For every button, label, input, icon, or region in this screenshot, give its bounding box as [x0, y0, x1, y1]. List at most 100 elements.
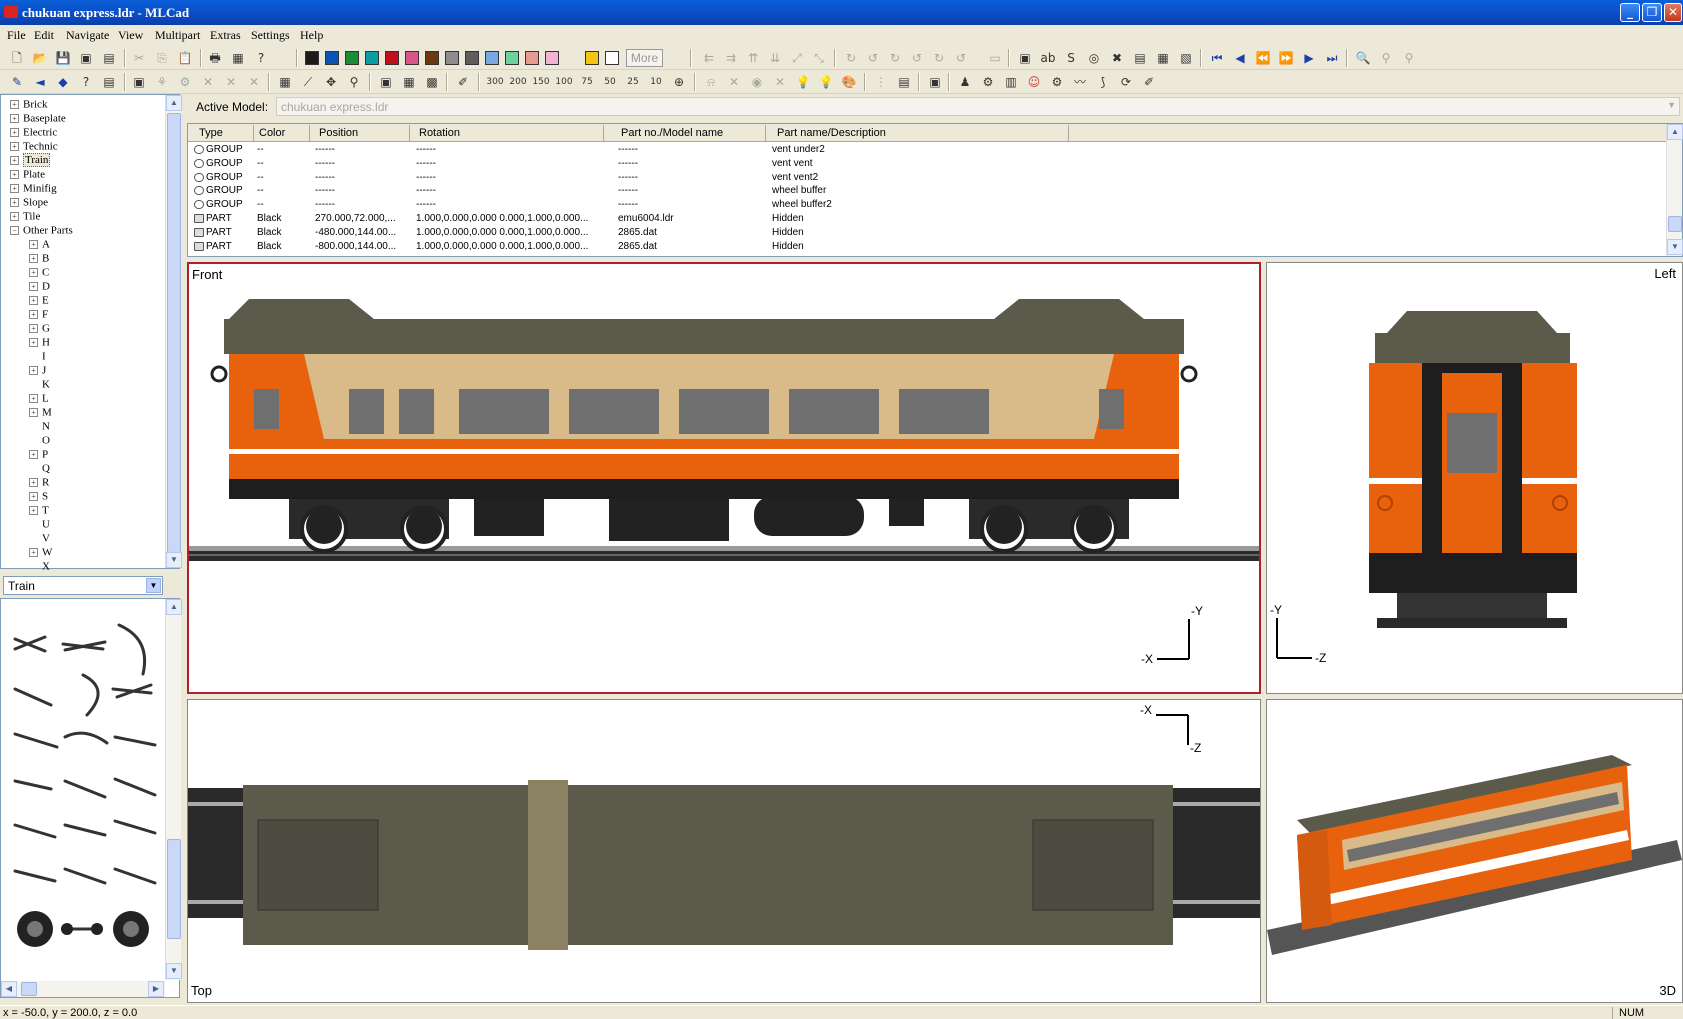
color-swatch[interactable]: [445, 51, 459, 65]
maximize-button[interactable]: ❐: [1642, 3, 1662, 22]
add-background-icon[interactable]: ▦: [1154, 49, 1172, 67]
open-folder-icon[interactable]: 📂: [31, 49, 49, 67]
tool-c-icon[interactable]: ✕: [199, 73, 217, 91]
remove2-icon[interactable]: ✕: [771, 73, 789, 91]
hinge-icon[interactable]: ▥: [1002, 73, 1020, 91]
tree-item-letter[interactable]: + B: [29, 252, 49, 266]
bell-icon[interactable]: ⍾: [702, 73, 720, 91]
tree-item-letter[interactable]: + L: [29, 392, 49, 406]
add-save-icon[interactable]: ▤: [1131, 49, 1149, 67]
forward-icon[interactable]: ⏩: [1277, 49, 1295, 67]
top-viewport[interactable]: Top -X -Z: [187, 699, 1261, 1003]
table-row[interactable]: GROUP -- ------ ------ ------ wheel buffer: [188, 185, 1668, 198]
tool-a-icon[interactable]: ⚘: [153, 73, 171, 91]
tree-item-letter[interactable]: + A: [29, 238, 50, 252]
menu-settings[interactable]: Settings: [251, 28, 290, 43]
parts-scrollbar[interactable]: ▲ ▼: [165, 599, 182, 980]
menu-file[interactable]: File: [7, 28, 26, 43]
rotate-y2-icon[interactable]: ↺: [908, 49, 926, 67]
tree-item-letter[interactable]: +I: [29, 350, 46, 364]
zoom-200-icon[interactable]: 200: [509, 73, 527, 91]
view-split-icon[interactable]: ▣: [377, 73, 395, 91]
paste-icon[interactable]: 📋: [176, 49, 194, 67]
tree-item-baseplate[interactable]: + Baseplate: [10, 112, 66, 126]
add-statement-icon[interactable]: S: [1062, 49, 1080, 67]
new-file-icon[interactable]: 🗋: [8, 49, 26, 67]
zoom-150-icon[interactable]: 150: [532, 73, 550, 91]
copy-icon[interactable]: ⎘: [153, 49, 171, 67]
remove-icon[interactable]: ✕: [725, 73, 743, 91]
tree-item-letter[interactable]: + F: [29, 308, 48, 322]
add-pause-icon[interactable]: ✖: [1108, 49, 1126, 67]
face-icon[interactable]: ☺: [1025, 73, 1043, 91]
move-left-icon[interactable]: ⇇: [700, 49, 718, 67]
spring-icon[interactable]: 〰: [1071, 73, 1089, 91]
rotate-y-icon[interactable]: ↻: [886, 49, 904, 67]
table-row[interactable]: PART Black -800.000,144.00... 1.000,0.000,0…: [188, 241, 1668, 254]
flex-icon[interactable]: ⟆: [1094, 73, 1112, 91]
highlight-icon[interactable]: ✐: [454, 73, 472, 91]
color-swatch[interactable]: [425, 51, 439, 65]
scroll-thumb[interactable]: [1668, 216, 1682, 232]
color-swatch[interactable]: [385, 51, 399, 65]
col-color[interactable]: Color: [259, 127, 285, 139]
rotate-x-icon[interactable]: ↻: [842, 49, 860, 67]
tree-item-electric[interactable]: + Electric: [10, 126, 57, 140]
table-row[interactable]: GROUP -- ------ ------ ------ vent vent2: [188, 172, 1668, 185]
scroll-up-arrow[interactable]: ▲: [166, 95, 182, 111]
tree-item-letter[interactable]: + D: [29, 280, 50, 294]
add-comment-icon[interactable]: ab: [1039, 49, 1057, 67]
scroll-thumb[interactable]: [167, 113, 181, 553]
brush-icon[interactable]: ✐: [1140, 73, 1158, 91]
tree-item-slope[interactable]: + Slope: [10, 196, 48, 210]
arrow-left-icon[interactable]: ◄: [31, 73, 49, 91]
col-rotation[interactable]: Rotation: [419, 127, 460, 139]
tree-item-brick[interactable]: + Brick: [10, 98, 47, 112]
scroll-down-arrow[interactable]: ▼: [1667, 239, 1683, 255]
tree-item-minifig[interactable]: + Minifig: [10, 182, 57, 196]
rotate-z2-icon[interactable]: ↺: [952, 49, 970, 67]
tree-item-tile[interactable]: + Tile: [10, 210, 40, 224]
add-group-icon[interactable]: ▧: [1177, 49, 1195, 67]
menu-edit[interactable]: Edit: [34, 28, 54, 43]
menu-view[interactable]: View: [118, 28, 143, 43]
edit-part-icon[interactable]: ▣: [130, 73, 148, 91]
scroll-down-arrow[interactable]: ▼: [166, 552, 182, 568]
table-row[interactable]: PART Black 270.000,72.000,... 1.000,0.000,0…: [188, 213, 1668, 226]
zoom-fit-icon[interactable]: ⊕: [670, 73, 688, 91]
first-step-icon[interactable]: ⏮: [1208, 49, 1226, 67]
find-icon[interactable]: 🔍: [1354, 49, 1372, 67]
find-next-icon[interactable]: ⚲: [1377, 49, 1395, 67]
color-swatch[interactable]: [525, 51, 539, 65]
color-swatch[interactable]: [325, 51, 339, 65]
color-swatch[interactable]: [585, 51, 599, 65]
active-model-select[interactable]: chukuan express.ldr ▼: [276, 97, 1680, 116]
move-down-icon[interactable]: ⇊: [766, 49, 784, 67]
prev-step-icon[interactable]: ◀: [1231, 49, 1249, 67]
chevron-down-icon[interactable]: ▼: [1667, 100, 1676, 110]
zoom-tool-icon[interactable]: ⚲: [345, 73, 363, 91]
color-swatch[interactable]: [405, 51, 419, 65]
move-tool-icon[interactable]: ✥: [322, 73, 340, 91]
preview-icon[interactable]: ▦: [229, 49, 247, 67]
front-viewport[interactable]: Front -Y -X: [187, 262, 1261, 694]
chevron-down-icon[interactable]: ▼: [146, 578, 161, 593]
save-icon[interactable]: 💾: [54, 49, 72, 67]
tree-item-letter[interactable]: + G: [29, 322, 50, 336]
tree-item-letter[interactable]: +U: [29, 518, 50, 532]
rotate-z-icon[interactable]: ↻: [930, 49, 948, 67]
palette-icon[interactable]: 🎨: [840, 73, 858, 91]
tree-item-letter[interactable]: + R: [29, 476, 49, 490]
tree-item-letter[interactable]: +O: [29, 434, 50, 448]
tree-item-letter[interactable]: + C: [29, 266, 49, 280]
tree-item-letter[interactable]: + M: [29, 406, 52, 420]
move-up-icon[interactable]: ⇈: [744, 49, 762, 67]
document-icon[interactable]: ▤: [100, 73, 118, 91]
grid-move-icon[interactable]: ▭: [986, 49, 1004, 67]
last-step-icon[interactable]: ⏭: [1323, 49, 1341, 67]
tree-item-letter[interactable]: +X: [29, 560, 50, 574]
table-row[interactable]: GROUP -- ------ ------ ------ wheel buffer2: [188, 199, 1668, 212]
move-right-icon[interactable]: ⇉: [722, 49, 740, 67]
zoom-100-icon[interactable]: 100: [555, 73, 573, 91]
scroll-thumb[interactable]: [167, 839, 181, 939]
